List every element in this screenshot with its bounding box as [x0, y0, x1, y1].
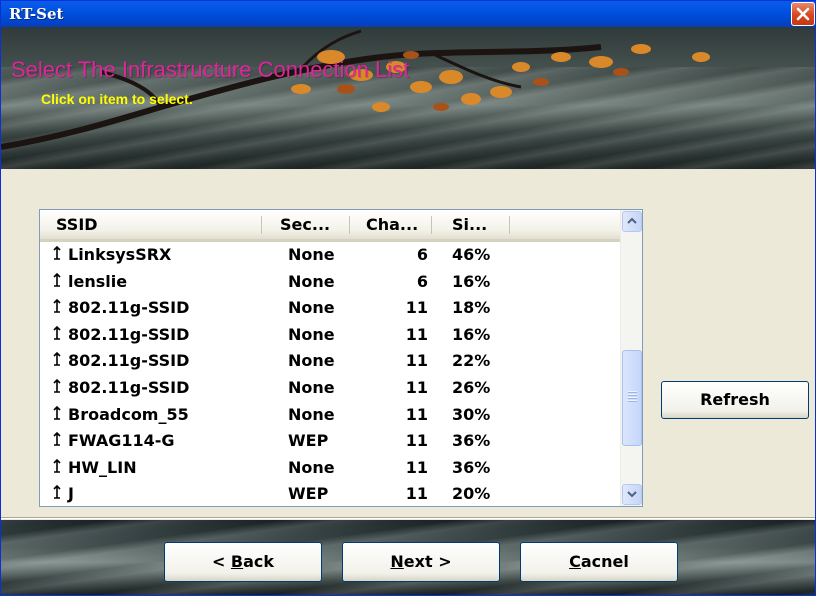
column-separator[interactable]: [509, 216, 510, 234]
rt-set-window: RT-Set Select The Infrastructure Connect…: [0, 0, 816, 596]
next-mnemonic: N: [390, 552, 404, 571]
column-header-signal[interactable]: Si...: [444, 210, 510, 239]
back-button[interactable]: < Back: [164, 542, 322, 582]
scroll-up-button[interactable]: [622, 211, 642, 232]
signal-icon: [52, 378, 64, 398]
signal-icon: [52, 405, 64, 425]
window-title: RT-Set: [9, 5, 64, 23]
ssid-cell: Broadcom_55: [68, 404, 189, 424]
list-item[interactable]: FWAG114-G WEP 11 36%: [40, 428, 620, 455]
signal-cell: 18%: [452, 298, 491, 318]
channel-cell: 11: [405, 431, 428, 451]
ssid-cell: 802.11g-SSID: [68, 377, 190, 397]
next-label-rest: ext >: [403, 552, 452, 571]
next-button[interactable]: Next >: [342, 542, 500, 582]
channel-cell: 11: [405, 404, 428, 424]
banner-heading: Select The Infrastructure Connection Lis…: [11, 57, 410, 82]
list-item[interactable]: Broadcom_55 None 11 30%: [40, 402, 620, 429]
list-item[interactable]: 802.11g-SSID None 11 22%: [40, 348, 620, 375]
signal-icon: [52, 431, 64, 451]
signal-cell: 16%: [452, 324, 491, 344]
vertical-scrollbar[interactable]: [620, 210, 642, 506]
column-header-ssid[interactable]: SSID: [48, 210, 258, 239]
close-button[interactable]: [791, 2, 815, 26]
cancel-mnemonic: C: [569, 552, 581, 571]
cancel-button[interactable]: Cacnel: [520, 542, 678, 582]
ssid-cell: 802.11g-SSID: [68, 324, 190, 344]
signal-cell: 30%: [452, 404, 491, 424]
signal-cell: 46%: [452, 245, 491, 264]
ssid-cell: HW_LIN: [68, 457, 137, 477]
title-bar[interactable]: RT-Set: [1, 1, 815, 27]
channel-cell: 11: [405, 377, 428, 397]
security-cell: None: [288, 245, 335, 264]
channel-cell: 11: [405, 484, 428, 504]
channel-cell: 6: [416, 271, 428, 291]
signal-icon: [52, 245, 64, 265]
signal-cell: 26%: [452, 377, 491, 397]
security-cell: None: [288, 404, 335, 424]
connection-list[interactable]: SSID Sec... Cha... Si... LinksysSRX None…: [39, 209, 643, 507]
security-cell: None: [288, 377, 335, 397]
ssid-cell: lenslie: [68, 271, 128, 291]
security-cell: WEP: [288, 431, 329, 451]
signal-cell: 16%: [452, 271, 491, 291]
list-item[interactable]: J WEP 11 20%: [40, 481, 620, 506]
security-cell: None: [288, 271, 335, 291]
list-item[interactable]: HW_LIN None 11 36%: [40, 455, 620, 482]
signal-icon: [52, 298, 64, 318]
signal-icon: [52, 272, 64, 292]
signal-icon: [52, 325, 64, 345]
column-separator[interactable]: [261, 216, 262, 234]
signal-icon: [52, 351, 64, 371]
signal-icon: [52, 484, 64, 504]
back-mnemonic: B: [230, 552, 244, 571]
list-item[interactable]: 802.11g-SSID None 11 26%: [40, 375, 620, 402]
ssid-cell: J: [68, 484, 74, 504]
banner-subheading: Click on item to select.: [41, 91, 193, 107]
security-cell: WEP: [288, 484, 329, 504]
signal-cell: 22%: [452, 351, 491, 371]
channel-cell: 11: [405, 298, 428, 318]
scroll-down-button[interactable]: [622, 484, 642, 505]
back-label-rest: ack: [243, 552, 275, 571]
scroll-thumb[interactable]: [622, 350, 642, 446]
security-cell: None: [288, 324, 335, 344]
column-header-channel[interactable]: Cha...: [358, 210, 428, 239]
chevron-down-icon: [627, 491, 637, 498]
column-header-security[interactable]: Sec...: [272, 210, 348, 239]
security-cell: None: [288, 457, 335, 477]
signal-icon: [52, 458, 64, 478]
ssid-cell: LinksysSRX: [68, 245, 172, 264]
cancel-label-rest: acnel: [580, 552, 629, 571]
chevron-up-icon: [627, 217, 637, 224]
refresh-button[interactable]: Refresh: [661, 381, 809, 419]
signal-cell: 36%: [452, 431, 491, 451]
security-cell: None: [288, 351, 335, 371]
footer-bar: < Back Next > Cacnel: [1, 520, 815, 595]
column-separator[interactable]: [349, 216, 350, 234]
list-item[interactable]: LinksysSRX None 6 46%: [40, 242, 620, 269]
list-item[interactable]: 802.11g-SSID None 11 18%: [40, 295, 620, 322]
channel-cell: 11: [405, 324, 428, 344]
signal-cell: 20%: [452, 484, 491, 504]
close-icon: [796, 7, 810, 21]
header-banner: Select The Infrastructure Connection Lis…: [1, 27, 815, 169]
list-header: SSID Sec... Cha... Si...: [40, 210, 620, 242]
list-rows: LinksysSRX None 6 46% lenslie None 6 16%…: [40, 242, 620, 506]
ssid-cell: 802.11g-SSID: [68, 351, 190, 371]
channel-cell: 6: [416, 245, 428, 264]
back-prefix: <: [211, 552, 231, 571]
channel-cell: 11: [405, 351, 428, 371]
grip-icon: [628, 391, 637, 403]
column-separator[interactable]: [431, 216, 432, 234]
signal-cell: 36%: [452, 457, 491, 477]
ssid-cell: FWAG114-G: [68, 431, 175, 451]
channel-cell: 11: [405, 457, 428, 477]
list-item[interactable]: lenslie None 6 16%: [40, 269, 620, 296]
list-item[interactable]: 802.11g-SSID None 11 16%: [40, 322, 620, 349]
security-cell: None: [288, 298, 335, 318]
footer-divider: [1, 517, 815, 519]
ssid-cell: 802.11g-SSID: [68, 298, 190, 318]
